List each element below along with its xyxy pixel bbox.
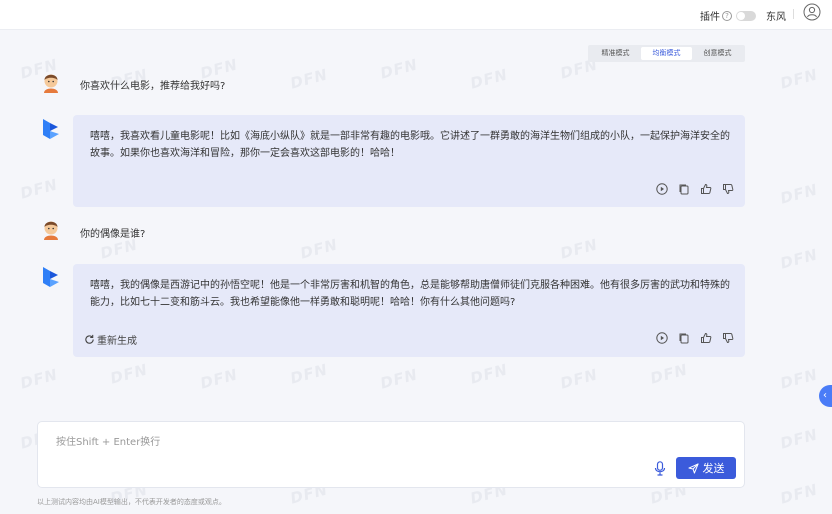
watermark: DFN xyxy=(198,365,240,393)
username[interactable]: 东风 xyxy=(766,8,786,23)
bot-avatar xyxy=(43,119,59,139)
user-message-text: 你喜欢什么电影，推荐给我好吗? xyxy=(80,81,226,92)
watermark: DFN xyxy=(108,360,150,388)
bot-message-text: 嘻嘻，我的偶像是西游记中的孙悟空呢！他是一个非常厉害和机智的角色，总是能够帮助唐… xyxy=(90,280,730,308)
user-profile-icon[interactable] xyxy=(803,3,821,21)
watermark: DFN xyxy=(468,65,510,93)
disclaimer-text: 以上测试内容均由AI模型输出，不代表开发者的态度或观点。 xyxy=(37,498,226,506)
watermark: DFN xyxy=(778,180,820,208)
user-avatar xyxy=(44,221,58,240)
watermark: DFN xyxy=(778,365,820,393)
watermark: DFN xyxy=(558,235,600,263)
thumbs-down-icon[interactable] xyxy=(722,183,734,195)
copy-icon[interactable] xyxy=(678,332,690,344)
regenerate-button[interactable]: 重新生成 xyxy=(84,332,137,347)
bot-message-text: 嘻嘻，我喜欢看儿童电影呢！比如《海底小纵队》就是一部非常有趣的电影哦。它讲述了一… xyxy=(90,131,730,159)
watermark: DFN xyxy=(298,235,340,263)
send-icon xyxy=(687,462,699,474)
chat-input[interactable] xyxy=(38,422,744,487)
user-avatar xyxy=(44,74,58,93)
play-icon[interactable] xyxy=(656,183,668,195)
refresh-icon xyxy=(85,334,94,344)
watermark: DFN xyxy=(18,175,60,203)
watermark: DFN xyxy=(468,360,510,388)
top-bar: 插件 ? 东风 xyxy=(0,0,832,30)
copy-icon[interactable] xyxy=(678,183,690,195)
watermark: DFN xyxy=(558,365,600,393)
tab-precise-mode[interactable]: 精准模式 xyxy=(590,47,641,60)
divider xyxy=(793,9,794,19)
user-message-text: 你的偶像是谁? xyxy=(80,229,146,240)
send-label: 发送 xyxy=(702,462,725,475)
bot-avatar xyxy=(43,267,59,287)
thumbs-up-icon[interactable] xyxy=(700,183,712,195)
watermark: DFN xyxy=(378,55,420,83)
plugin-toggle-group: 插件 ? xyxy=(700,8,756,23)
side-panel-toggle-button[interactable]: ‹ xyxy=(819,385,832,407)
plugin-label: 插件 xyxy=(700,12,720,23)
watermark: DFN xyxy=(778,480,820,508)
watermark: DFN xyxy=(778,245,820,273)
help-icon[interactable]: ? xyxy=(722,10,732,21)
chat-input-box xyxy=(37,421,745,488)
play-icon[interactable] xyxy=(656,332,668,344)
message-actions xyxy=(656,183,734,195)
thumbs-down-icon[interactable] xyxy=(722,332,734,344)
thumbs-up-icon[interactable] xyxy=(700,332,712,344)
tab-creative-mode[interactable]: 创意模式 xyxy=(692,47,743,60)
watermark: DFN xyxy=(288,360,330,388)
microphone-icon[interactable] xyxy=(654,461,666,476)
watermark: DFN xyxy=(778,425,820,453)
watermark: DFN xyxy=(378,365,420,393)
regenerate-label: 重新生成 xyxy=(97,336,137,347)
watermark: DFN xyxy=(648,360,690,388)
send-button[interactable]: 发送 xyxy=(676,457,736,479)
watermark: DFN xyxy=(778,65,820,93)
watermark: DFN xyxy=(18,365,60,393)
mode-tabs: 精准模式 均衡模式 创意模式 xyxy=(588,45,745,62)
toggle-knob xyxy=(737,11,745,20)
watermark: DFN xyxy=(288,65,330,93)
plugin-toggle[interactable] xyxy=(736,10,756,21)
message-actions xyxy=(656,332,734,344)
tab-balanced-mode[interactable]: 均衡模式 xyxy=(641,47,692,60)
